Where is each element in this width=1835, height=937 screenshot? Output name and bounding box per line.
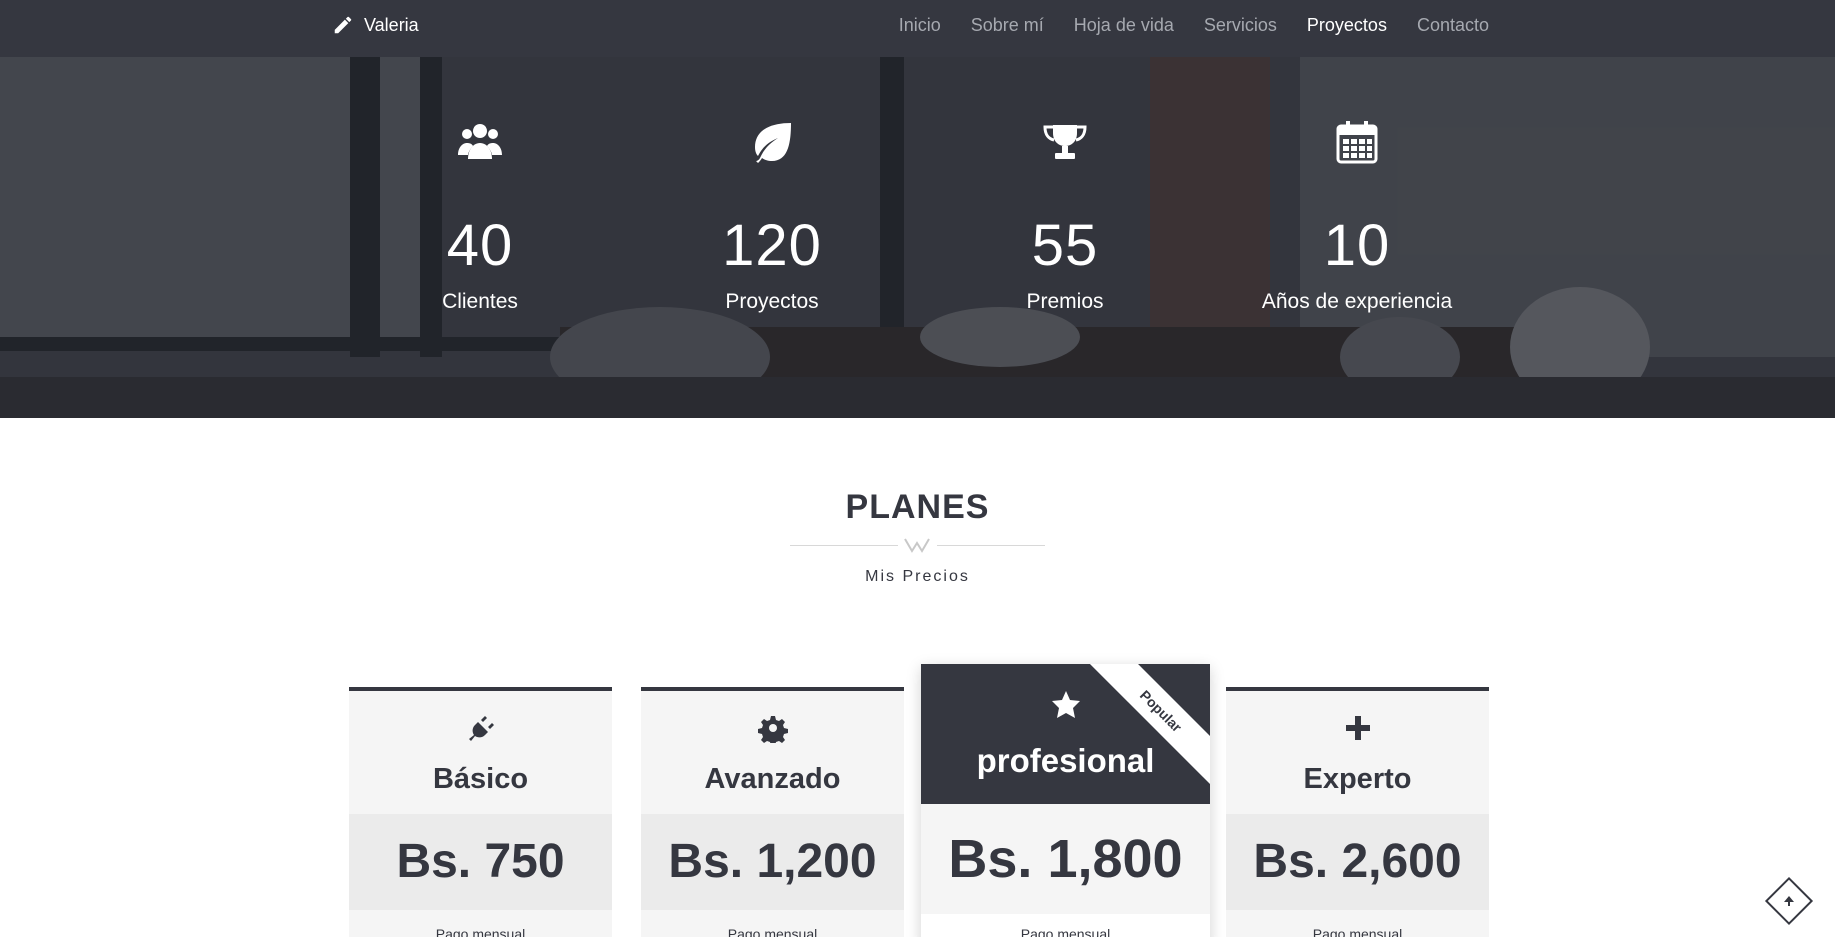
nav-item-inicio[interactable]: Inicio bbox=[899, 15, 941, 36]
stat-label: Premios bbox=[1026, 290, 1104, 313]
navbar: Valeria Inicio Sobre mí Hoja de vida Ser… bbox=[0, 0, 1835, 57]
plan-name: profesional bbox=[976, 742, 1155, 779]
nav-item-sobre-mi[interactable]: Sobre mí bbox=[971, 15, 1044, 36]
divider-line-left bbox=[790, 545, 898, 546]
plan-period: Pago mensual bbox=[1020, 926, 1111, 937]
plan-name: Avanzado bbox=[704, 763, 841, 795]
arrow-up-icon bbox=[1784, 896, 1794, 906]
star-icon bbox=[1051, 691, 1080, 718]
nav-item-servicios[interactable]: Servicios bbox=[1204, 15, 1277, 36]
leaf-icon bbox=[755, 123, 791, 163]
pricing-card-experto: Experto Bs. 2,600 Pago mensual bbox=[1226, 687, 1489, 937]
section-title: PLANES bbox=[845, 488, 990, 526]
pricing-card-profesional: profesional Popular Bs. 1,800 Pago mensu… bbox=[921, 664, 1210, 937]
main-nav: Inicio Sobre mí Hoja de vida Servicios P… bbox=[899, 0, 1489, 50]
gear-icon bbox=[757, 716, 788, 743]
pricing-card-basico: Básico Bs. 750 Pago mensual bbox=[349, 687, 612, 937]
nav-item-contacto[interactable]: Contacto bbox=[1417, 15, 1489, 36]
scroll-to-top-button[interactable] bbox=[1764, 876, 1814, 926]
plan-period: Pago mensual bbox=[435, 926, 526, 937]
users-icon bbox=[458, 124, 502, 159]
pricing-card-avanzado: Avanzado Bs. 1,200 Pago mensual bbox=[641, 687, 904, 937]
stat-value: 55 bbox=[1031, 213, 1099, 278]
stats-row: 40 Clientes 120 Proyectos 55 Premios 10 … bbox=[0, 57, 1835, 418]
plan-period: Pago mensual bbox=[1312, 926, 1403, 937]
plug-icon bbox=[468, 716, 494, 741]
trophy-icon bbox=[1043, 125, 1087, 159]
stat-value: 10 bbox=[1323, 213, 1391, 278]
plan-price: Bs. 1,200 bbox=[641, 814, 904, 910]
plan-price: Bs. 750 bbox=[349, 814, 612, 910]
pencil-icon bbox=[334, 16, 352, 34]
calendar-icon bbox=[1336, 121, 1378, 164]
brand-name: Valeria bbox=[364, 14, 419, 35]
stat-value: 120 bbox=[722, 213, 822, 278]
card-header: Avanzado bbox=[641, 691, 904, 811]
stat-label: Proyectos bbox=[725, 290, 819, 313]
stat-label: Clientes bbox=[442, 290, 518, 313]
plan-price: Bs. 2,600 bbox=[1226, 814, 1489, 910]
card-header: Experto bbox=[1226, 691, 1489, 811]
plan-period: Pago mensual bbox=[727, 926, 818, 937]
stats-hero: 40 Clientes 120 Proyectos 55 Premios 10 … bbox=[0, 57, 1835, 418]
chevron-ornament-icon bbox=[904, 538, 930, 553]
nav-item-proyectos[interactable]: Proyectos bbox=[1307, 15, 1387, 36]
plan-name: Básico bbox=[432, 763, 529, 795]
plan-price: Bs. 1,800 bbox=[921, 804, 1210, 914]
nav-item-hoja-de-vida[interactable]: Hoja de vida bbox=[1074, 15, 1174, 36]
brand-link[interactable]: Valeria bbox=[332, 0, 419, 50]
plus-icon bbox=[1345, 716, 1370, 740]
divider-line-right bbox=[937, 545, 1045, 546]
stat-label: Años de experiencia bbox=[1261, 290, 1453, 313]
section-subtitle: Mis Precios bbox=[865, 568, 970, 585]
plan-name: Experto bbox=[1303, 763, 1412, 795]
card-header: Básico bbox=[349, 691, 612, 811]
stat-value: 40 bbox=[446, 213, 514, 278]
